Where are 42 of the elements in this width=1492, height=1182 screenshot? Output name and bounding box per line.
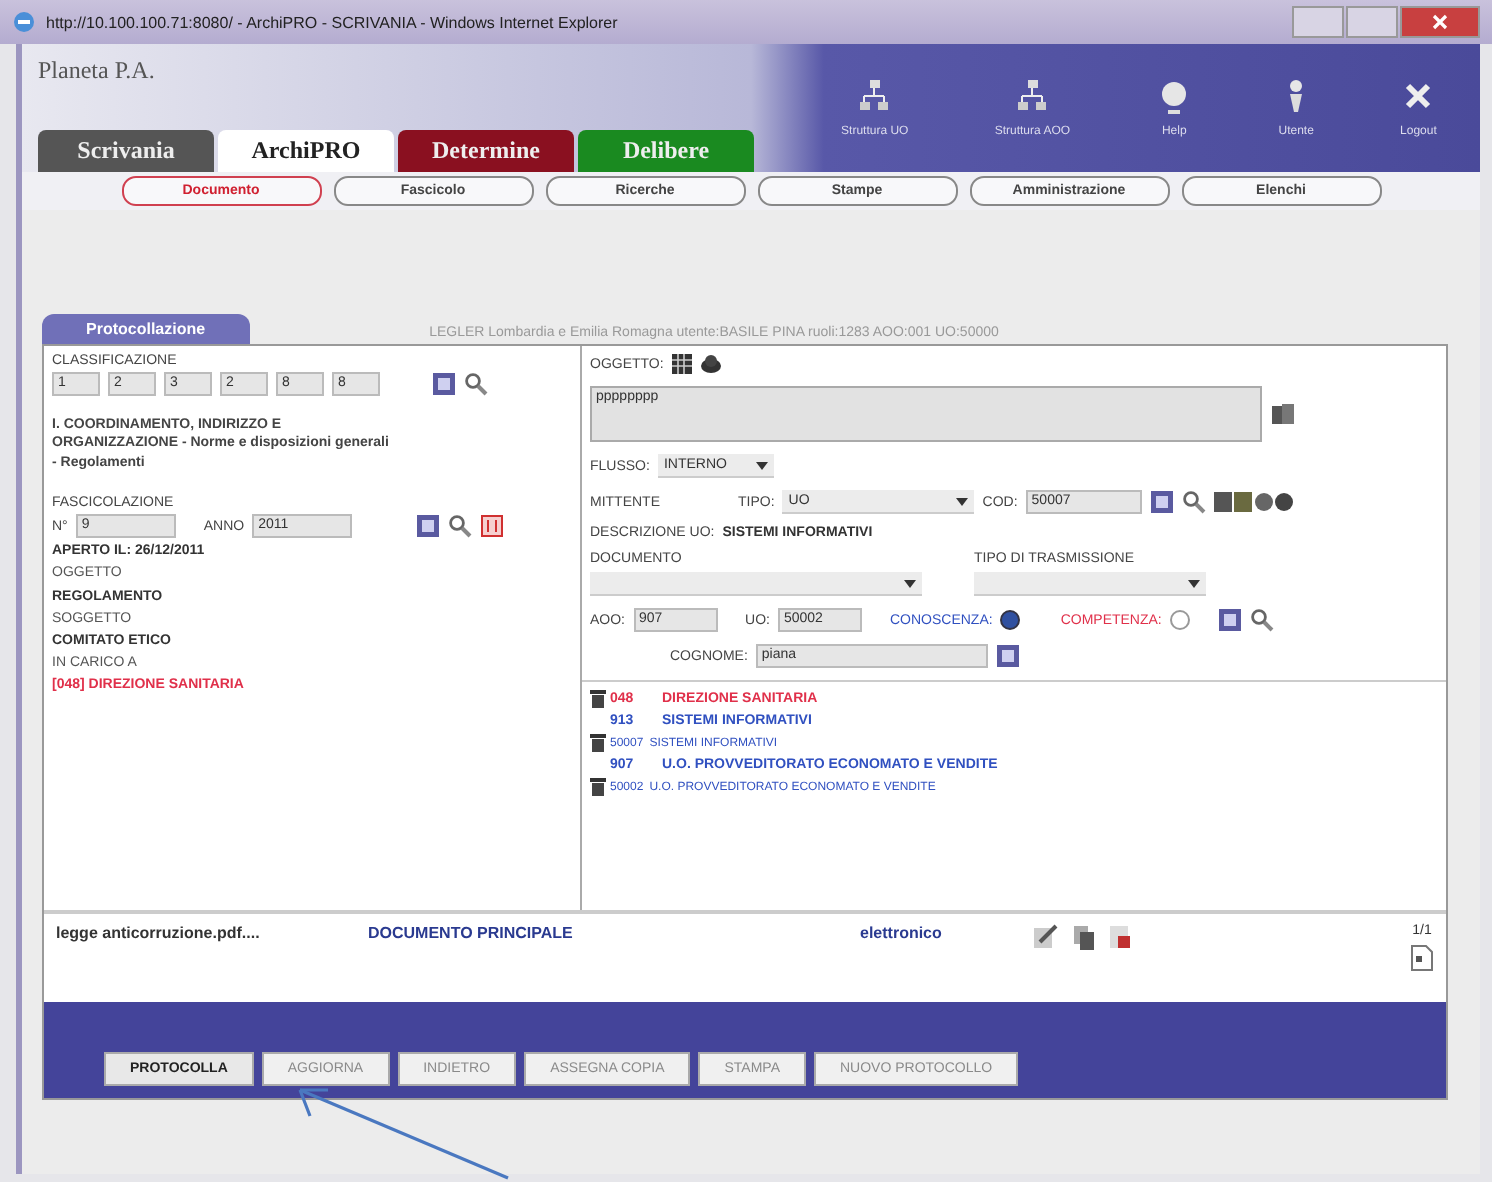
user-icon xyxy=(1288,78,1305,114)
module-tab[interactable]: Determine xyxy=(398,130,574,172)
copy-icon[interactable] xyxy=(1072,924,1096,950)
document-icon[interactable] xyxy=(480,514,505,539)
search-icon[interactable] xyxy=(448,514,473,539)
close-icon xyxy=(1430,14,1450,30)
panel-tab[interactable]: Protocollazione xyxy=(42,314,250,344)
close-button[interactable] xyxy=(1400,6,1480,38)
edit-icon[interactable] xyxy=(1032,924,1060,950)
hat-icon[interactable] xyxy=(699,354,722,374)
trash-icon[interactable] xyxy=(590,734,606,752)
file-role: DOCUMENTO PRINCIPALE xyxy=(368,924,575,942)
tree-icon xyxy=(1014,78,1051,114)
search-icon[interactable] xyxy=(464,372,488,396)
tree-icon[interactable] xyxy=(995,644,1020,668)
module-tab[interactable]: Delibere xyxy=(578,130,754,172)
file-type: elettronico xyxy=(860,924,944,942)
brand-name: Planeta P.A. xyxy=(38,56,157,86)
radio-button[interactable] xyxy=(1169,610,1190,630)
tree-icon[interactable] xyxy=(1217,608,1242,632)
radio-button[interactable] xyxy=(1000,610,1021,630)
trash-icon[interactable] xyxy=(590,690,606,708)
tree-icon[interactable] xyxy=(1149,490,1174,514)
search-icon[interactable] xyxy=(1249,608,1274,632)
tree-icon[interactable] xyxy=(416,514,441,539)
grid-icon[interactable] xyxy=(671,354,692,374)
caret-icon xyxy=(1188,579,1200,587)
caret-icon xyxy=(755,461,768,469)
trash-icon[interactable] xyxy=(590,778,606,796)
pdf-icon[interactable] xyxy=(1108,924,1132,950)
module-tab[interactable]: Scrivania xyxy=(38,130,214,172)
page-icon[interactable] xyxy=(1410,944,1434,972)
search-icon[interactable] xyxy=(1181,490,1206,514)
tree-icon xyxy=(856,78,893,114)
caret-icon xyxy=(904,579,916,587)
file-name[interactable]: legge anticorruzione.pdf.... xyxy=(56,924,356,942)
browser-icon xyxy=(12,10,36,34)
books-icon[interactable] xyxy=(1270,402,1298,426)
module-tab[interactable]: ArchiPRO xyxy=(218,130,394,172)
window-title: http://10.100.100.71:8080/ - ArchiPRO - SCRIVANIA - Windows Internet Explorer xyxy=(46,13,618,31)
caret-icon xyxy=(956,497,969,505)
tree-icon[interactable] xyxy=(432,372,456,396)
